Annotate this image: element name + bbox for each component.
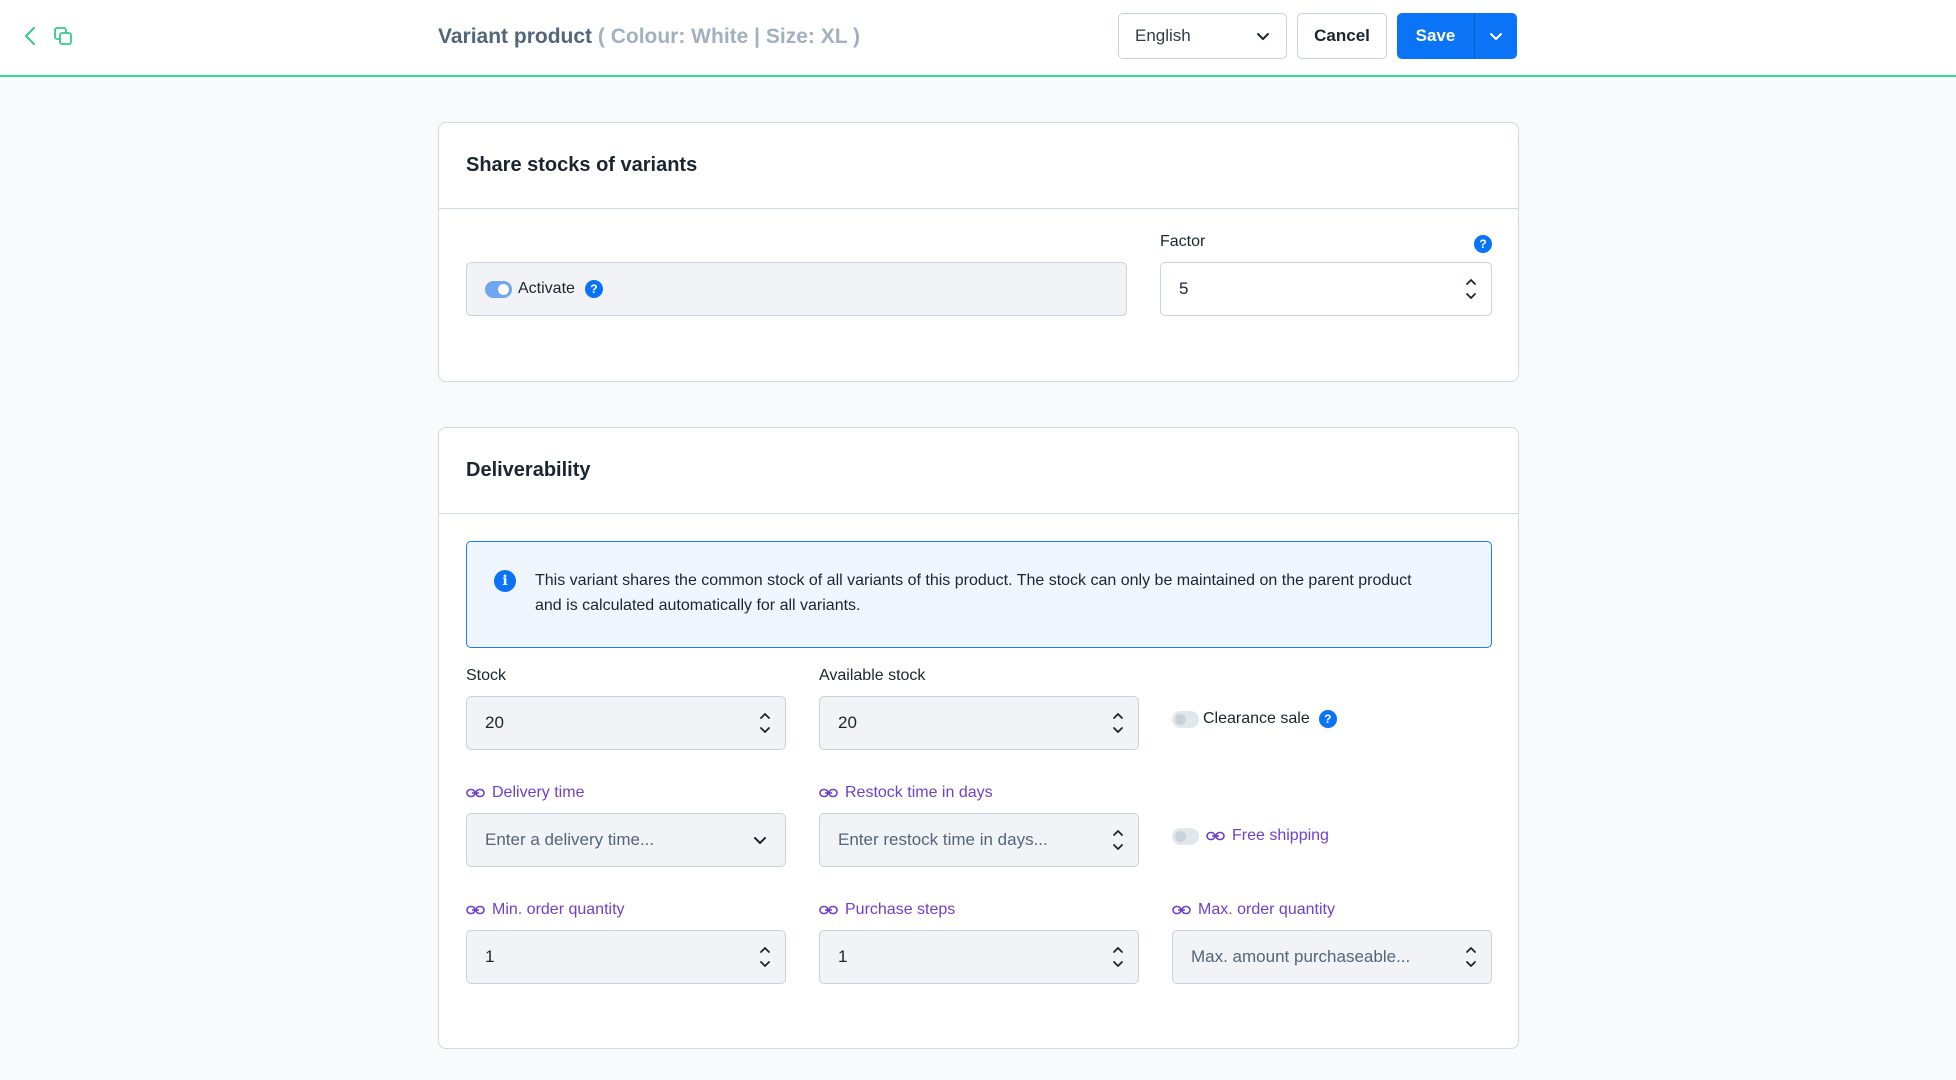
free-shipping-control[interactable]: Free shipping (1172, 827, 1329, 845)
stock-input[interactable]: 20 (466, 696, 786, 750)
activate-toggle-field[interactable]: Activate ? (466, 262, 1127, 316)
clearance-sale-label: Clearance sale (1203, 710, 1310, 727)
factor-value: 5 (1179, 279, 1189, 298)
delivery-time-label-text: Delivery time (492, 784, 585, 801)
min-order-quantity-label: Min. order quantity (466, 901, 625, 919)
available-stock-label-text: Available stock (819, 667, 926, 684)
shared-stock-info-box: i This variant shares the common stock o… (466, 541, 1492, 648)
save-options-button[interactable] (1474, 13, 1517, 59)
purchase-steps-input[interactable]: 1 (819, 930, 1139, 984)
chevron-down-icon (754, 836, 766, 844)
clearance-sale-toggle[interactable] (1172, 710, 1199, 728)
help-icon[interactable]: ? (1318, 710, 1337, 728)
stock-label-text: Stock (466, 667, 507, 684)
link-icon[interactable] (1172, 905, 1191, 915)
restock-time-label-text: Restock time in days (845, 784, 993, 801)
factor-input[interactable]: 5 (1160, 262, 1492, 316)
link-icon[interactable] (819, 905, 838, 915)
max-order-quantity-input[interactable]: Max. amount purchaseable... (1172, 930, 1492, 984)
chevron-down-icon (1490, 32, 1502, 40)
activate-toggle[interactable] (485, 280, 512, 298)
delivery-time-placeholder: Enter a delivery time... (485, 830, 655, 849)
save-button[interactable]: Save (1397, 13, 1474, 59)
delivery-time-select[interactable]: Enter a delivery time... (466, 813, 786, 867)
min-order-quantity-input[interactable]: 1 (466, 930, 786, 984)
factor-label-text: Factor (1160, 233, 1206, 250)
share-stocks-card: Share stocks of variants Activate ? Fact… (438, 122, 1519, 382)
stepper-icon[interactable] (1465, 278, 1477, 300)
save-button-group: Save (1397, 13, 1517, 59)
language-select[interactable]: English (1118, 13, 1287, 59)
free-shipping-label: Free shipping (1232, 827, 1329, 844)
restock-time-input[interactable]: Enter restock time in days... (819, 813, 1139, 867)
restock-time-label: Restock time in days (819, 784, 993, 802)
stepper-icon[interactable] (1112, 946, 1124, 968)
available-stock-value: 20 (838, 713, 857, 732)
page-title: Variant product ( Colour: White | Size: … (438, 22, 860, 52)
restock-time-placeholder: Enter restock time in days... (838, 830, 1048, 849)
stock-value: 20 (485, 713, 504, 732)
help-icon[interactable]: ? (1474, 235, 1492, 253)
stepper-icon[interactable] (1112, 712, 1124, 734)
language-select-value: English (1135, 26, 1191, 45)
activate-label: Activate (518, 280, 575, 297)
factor-label: Factor (1160, 233, 1205, 251)
copy-icon[interactable] (49, 22, 77, 50)
purchase-steps-label: Purchase steps (819, 901, 955, 919)
available-stock-label: Available stock (819, 667, 925, 685)
link-icon[interactable] (466, 788, 485, 798)
top-bar: Variant product ( Colour: White | Size: … (0, 0, 1956, 77)
link-icon[interactable] (466, 905, 485, 915)
chevron-down-icon (1257, 32, 1269, 40)
cancel-button[interactable]: Cancel (1297, 13, 1387, 59)
purchase-steps-value: 1 (838, 947, 848, 966)
max-order-quantity-label-text: Max. order quantity (1198, 901, 1335, 918)
clearance-sale-control[interactable]: Clearance sale ? (1172, 710, 1337, 728)
stepper-icon[interactable] (1112, 829, 1124, 851)
stepper-icon[interactable] (1465, 946, 1477, 968)
available-stock-input[interactable]: 20 (819, 696, 1139, 750)
page-title-variant-options: ( Colour: White | Size: XL ) (597, 25, 861, 48)
free-shipping-toggle[interactable] (1172, 827, 1199, 845)
deliverability-card: Deliverability i This variant shares the… (438, 427, 1519, 1049)
min-order-quantity-value: 1 (485, 947, 495, 966)
link-icon[interactable] (819, 788, 838, 798)
help-icon[interactable]: ? (584, 280, 603, 298)
delivery-time-label: Delivery time (466, 784, 584, 802)
link-icon[interactable] (1206, 831, 1225, 841)
max-order-quantity-placeholder: Max. amount purchaseable... (1191, 947, 1411, 966)
deliverability-title: Deliverability (439, 428, 1518, 514)
stock-label: Stock (466, 667, 506, 685)
share-stocks-title: Share stocks of variants (439, 123, 1518, 209)
max-order-quantity-label: Max. order quantity (1172, 901, 1335, 919)
shared-stock-info-text: This variant shares the common stock of … (535, 572, 1412, 614)
stepper-icon[interactable] (759, 946, 771, 968)
back-chevron-icon[interactable] (16, 22, 44, 50)
min-order-quantity-label-text: Min. order quantity (492, 901, 625, 918)
info-icon: i (494, 570, 516, 592)
stepper-icon[interactable] (759, 712, 771, 734)
purchase-steps-label-text: Purchase steps (845, 901, 956, 918)
page-title-main: Variant product (438, 25, 593, 48)
